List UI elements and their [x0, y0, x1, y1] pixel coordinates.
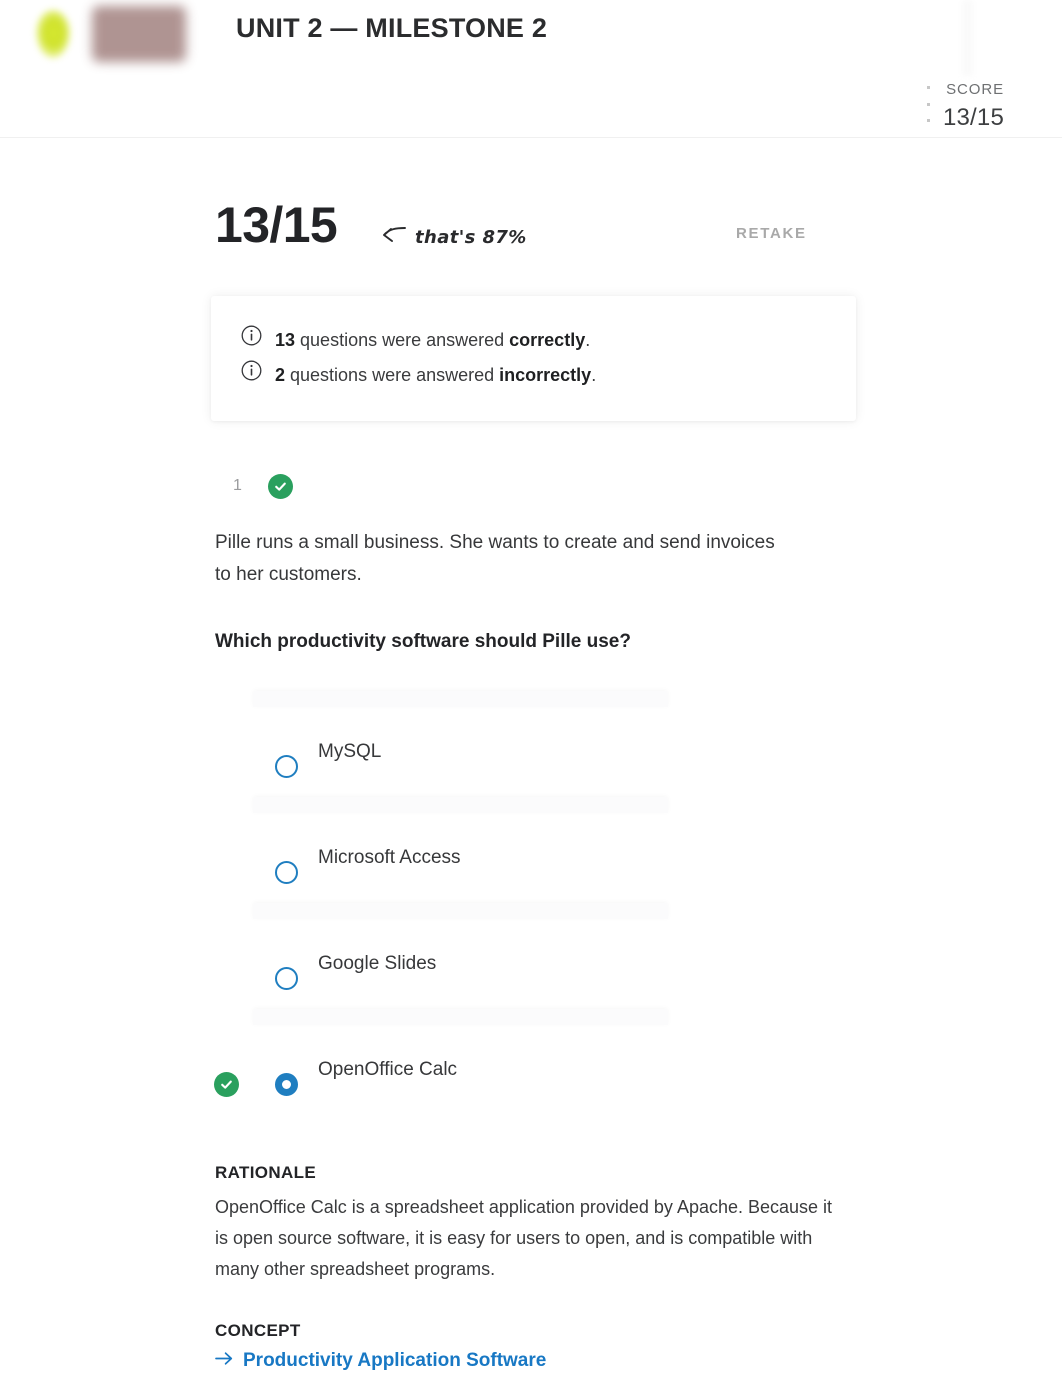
summary-line-incorrect: 2 questions were answered incorrectly. [241, 358, 826, 393]
retake-button[interactable]: RETAKE [736, 225, 807, 242]
radio-button-selected[interactable] [275, 1073, 298, 1096]
rationale-text: OpenOffice Calc is a spreadsheet applica… [215, 1197, 833, 1279]
radio-button[interactable] [275, 755, 298, 778]
check-circle-icon [267, 473, 293, 499]
correct-emphasis: correctly [509, 330, 586, 350]
answer-options: MySQL Microsoft Access Google Slides Ope… [0, 691, 1062, 1115]
radio-button[interactable] [275, 861, 298, 884]
option-row[interactable]: MySQL [0, 691, 1062, 797]
summary-text-correct: 13 questions were answered correctly. [275, 323, 590, 358]
summary-line-correct: 13 questions were answered correctly. [241, 323, 826, 358]
option-label: Microsoft Access [318, 847, 461, 868]
option-label: OpenOffice Calc [318, 1059, 458, 1080]
correct-count: 13 [275, 330, 296, 350]
concept-link-label: Productivity Application Software [243, 1350, 547, 1371]
score-label: SCORE [946, 81, 1004, 98]
page-title: UNIT 2 — MILESTONE 2 [236, 13, 548, 43]
incorrect-emphasis: incorrectly [499, 365, 592, 385]
radio-button[interactable] [275, 967, 298, 990]
concept-link[interactable]: Productivity Application Software [215, 1350, 546, 1372]
incorrect-count: 2 [275, 365, 286, 385]
question-stem: Pille runs a small business. She wants t… [215, 532, 775, 585]
leaf-logo-icon [36, 10, 70, 58]
info-icon [241, 323, 262, 358]
redacted-brand-name [92, 6, 186, 62]
question-number: 1 [233, 477, 242, 494]
option-row[interactable]: Microsoft Access [0, 797, 1062, 903]
concept-block: CONCEPT Productivity Application Softwar… [0, 1321, 1062, 1372]
header-divider [962, 0, 973, 76]
correct-answer-check-icon [214, 1072, 239, 1097]
option-label: MySQL [318, 741, 382, 762]
curved-arrow-left-icon [376, 224, 406, 251]
question-block: 1 Pille runs a small business. She wants… [0, 471, 1062, 1372]
score-annotation-text: that's 87% [415, 227, 527, 248]
option-label: Google Slides [318, 953, 437, 974]
result-score: 13/15 [215, 197, 338, 253]
option-row[interactable]: Google Slides [0, 903, 1062, 1009]
score-value: 13/15 [942, 104, 1004, 131]
summary-card: 13 questions were answered correctly. 2 … [211, 296, 856, 421]
option-band [253, 797, 668, 813]
kebab-menu-icon[interactable] [927, 86, 930, 122]
main-content: 13/15 that's 87% RETAKE 13 questions wer… [0, 196, 1062, 1372]
question-header: 1 [0, 471, 1062, 501]
summary-middle-correct: questions were answered [295, 330, 510, 350]
summary-text-incorrect: 2 questions were answered incorrectly. [275, 358, 596, 393]
question-prompt: Which productivity software should Pille… [215, 631, 631, 652]
rationale-block: RATIONALE OpenOffice Calc is a spreadshe… [0, 1163, 1062, 1285]
header-score: SCORE 13/15 [943, 82, 1004, 130]
arrow-right-icon [215, 1350, 234, 1372]
brand-group[interactable] [36, 6, 186, 62]
summary-period-incorrect: . [591, 365, 597, 385]
summary-period-correct: . [585, 330, 591, 350]
concept-heading: CONCEPT [215, 1321, 301, 1340]
option-band [253, 903, 668, 919]
page-header: UNIT 2 — MILESTONE 2 SCORE 13/15 [0, 0, 1062, 138]
result-row: 13/15 that's 87% RETAKE [0, 196, 1062, 292]
option-band [253, 1009, 668, 1025]
option-band [253, 691, 668, 707]
rationale-heading: RATIONALE [215, 1163, 317, 1182]
summary-middle-incorrect: questions were answered [285, 365, 500, 385]
score-annotation: that's 87% [376, 224, 527, 251]
option-row-selected[interactable]: OpenOffice Calc [0, 1009, 1062, 1115]
info-icon [241, 358, 262, 393]
